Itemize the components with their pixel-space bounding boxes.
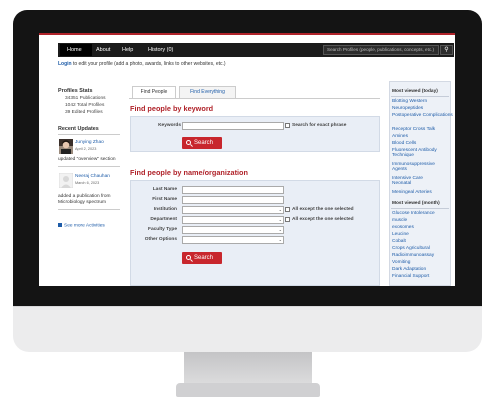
update-activity: added a publication from	[58, 194, 111, 199]
faculty-type-select[interactable]: ⌄	[182, 226, 284, 234]
keyword-section-heading: Find people by keyword	[130, 104, 214, 113]
institution-label: Institution	[153, 207, 177, 212]
navbar: Home About Help History (0) Search Profi…	[58, 43, 454, 57]
department-label: Department	[150, 217, 177, 222]
most-viewed-link[interactable]: Receptor Cross Talk	[392, 127, 435, 132]
profile-search-input[interactable]: Search Profiles (people, publications, c…	[323, 45, 439, 55]
first-name-input[interactable]	[182, 196, 284, 204]
department-select[interactable]: ⌄	[182, 216, 284, 224]
search-button-label: Search	[194, 255, 214, 261]
most-viewed-link[interactable]: Intensive Care Neonatal	[392, 176, 442, 186]
nav-history[interactable]: History (0)	[148, 46, 173, 54]
most-viewed-link[interactable]: Vomiting	[392, 260, 410, 265]
divider	[391, 96, 449, 97]
stat-edited-profiles: 39 Edited Profiles	[65, 110, 103, 115]
profiles-stats-title: Profiles Stats	[58, 88, 93, 94]
most-viewed-link[interactable]: Crops Agricultural	[392, 246, 430, 251]
most-viewed-link[interactable]: Blood Cells	[392, 141, 416, 146]
search-icon[interactable]: ⚲	[440, 45, 453, 55]
monitor-stand-neck	[184, 352, 312, 384]
most-viewed-link[interactable]: Amines	[392, 134, 408, 139]
most-viewed-link[interactable]: Meningeal Arteries	[392, 190, 432, 195]
update-date: March 6, 2023	[75, 181, 100, 185]
most-viewed-link[interactable]: Financial Support	[392, 274, 429, 279]
institution-except-checkbox[interactable]	[285, 207, 290, 212]
avatar-junying-zhao[interactable]	[59, 139, 73, 154]
monitor-stand-base	[176, 383, 320, 397]
divider	[58, 209, 120, 210]
other-options-label: Other Options	[144, 237, 177, 242]
screen: Home About Help History (0) Search Profi…	[39, 33, 455, 286]
most-viewed-link[interactable]: Fluorescent Antibody Technique	[392, 148, 448, 158]
most-viewed-link[interactable]: exosomes	[392, 225, 414, 230]
most-viewed-link[interactable]: Cobalt	[392, 239, 406, 244]
last-name-input[interactable]	[182, 186, 284, 194]
chevron-down-icon: ⌄	[278, 217, 282, 222]
most-viewed-month-title: Most viewed (month)	[392, 201, 440, 206]
most-viewed-link[interactable]: muscle	[392, 218, 407, 223]
login-notice: Login to edit your profile (add a photo,…	[58, 61, 226, 67]
login-link[interactable]: Login	[58, 61, 72, 67]
plus-square-icon	[58, 223, 62, 227]
keyword-search-button[interactable]: Search	[182, 137, 222, 149]
nav-home[interactable]: Home	[67, 46, 82, 54]
institution-except-label: All except the one selected	[292, 207, 354, 212]
divider	[391, 208, 449, 209]
most-viewed-link[interactable]: Postoperative Complications	[392, 113, 453, 118]
exact-phrase-checkbox[interactable]	[285, 123, 290, 128]
chevron-down-icon: ⌄	[278, 207, 282, 212]
search-icon	[186, 140, 191, 145]
top-accent-bar	[39, 33, 455, 35]
exact-phrase-label: Search for exact phrase	[292, 123, 347, 128]
keywords-input[interactable]	[182, 122, 284, 130]
monitor-chin	[13, 306, 482, 352]
avatar-placeholder-icon[interactable]	[59, 173, 73, 188]
stat-total-profiles: 1042 Total Profiles	[65, 103, 105, 108]
search-button-label: Search	[194, 140, 214, 146]
tab-find-everything[interactable]: Find Everything	[179, 86, 236, 98]
name-search-button[interactable]: Search	[182, 252, 222, 264]
nav-help[interactable]: Help	[122, 46, 133, 54]
most-viewed-link[interactable]: Blotting Western	[392, 99, 427, 104]
see-more-label: See more Activities	[64, 223, 105, 229]
update-activity: Microbiology spectrum	[58, 200, 106, 205]
keywords-label: Keywords	[158, 123, 181, 128]
most-viewed-link[interactable]: Radioimmunoassay	[392, 253, 434, 258]
tab-underline	[129, 98, 380, 99]
last-name-label: Last Name	[152, 187, 177, 192]
update-date: April 2, 2023	[75, 147, 97, 151]
chevron-down-icon: ⌄	[278, 227, 282, 232]
most-viewed-link[interactable]: Leucine	[392, 232, 409, 237]
chevron-down-icon: ⌄	[278, 237, 282, 242]
update-person-name[interactable]: Neeraj Chauhan	[75, 174, 110, 179]
department-except-checkbox[interactable]	[285, 217, 290, 222]
most-viewed-link[interactable]: Immunosuppressive Agents	[392, 162, 448, 172]
divider	[58, 166, 120, 167]
first-name-label: First Name	[152, 197, 177, 202]
see-more-activities-link[interactable]: See more Activities	[58, 223, 105, 228]
other-options-select[interactable]: ⌄	[182, 236, 284, 244]
search-icon	[186, 255, 191, 260]
most-viewed-link[interactable]: Dark Adaptation	[392, 267, 426, 272]
nav-about[interactable]: About	[96, 46, 110, 54]
update-activity: updated "overview" section	[58, 157, 116, 162]
faculty-type-label: Faculty Type	[148, 227, 177, 232]
recent-updates-title: Recent Updates	[58, 126, 99, 132]
most-viewed-link[interactable]: Neuropeptides	[392, 106, 423, 111]
most-viewed-link[interactable]: Glucose Intolerance	[392, 211, 435, 216]
login-notice-text: to edit your profile (add a photo, award…	[71, 61, 226, 67]
most-viewed-today-title: Most viewed (today)	[392, 89, 438, 94]
divider	[58, 134, 120, 135]
name-section-heading: Find people by name/organization	[130, 168, 248, 177]
stat-publications: 34351 Publications	[65, 96, 106, 101]
department-except-label: All except the one selected	[292, 217, 354, 222]
institution-select[interactable]: ⌄	[182, 206, 284, 214]
update-person-name[interactable]: Junying Zhao	[75, 140, 104, 145]
